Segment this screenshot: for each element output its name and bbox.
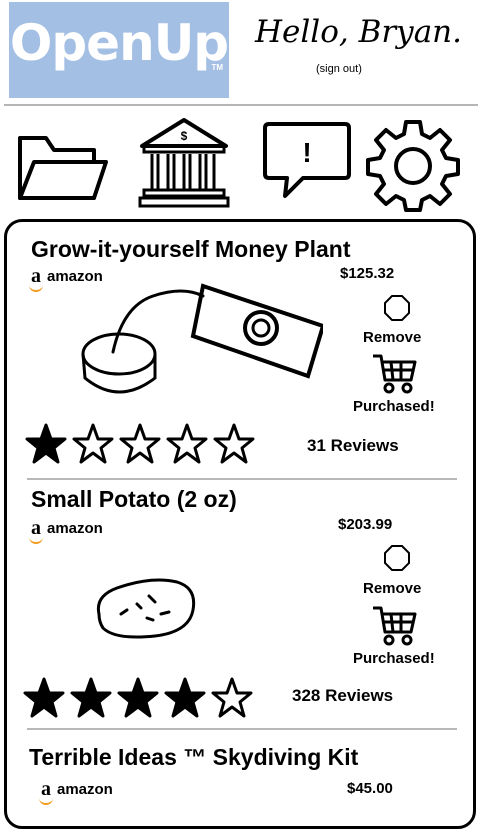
purchased-button[interactable]: Purchased! xyxy=(353,398,435,415)
gear-icon xyxy=(366,120,460,212)
settings-button[interactable] xyxy=(366,116,461,212)
sign-out-link[interactable]: (sign out) xyxy=(316,63,362,75)
remove-button[interactable]: Remove xyxy=(363,329,421,346)
svg-text:$: $ xyxy=(181,129,188,143)
star-filled-icon xyxy=(23,677,65,718)
product-title[interactable]: Terrible Ideas ™ Skydiving Kit xyxy=(29,744,358,771)
product-price: $125.32 xyxy=(340,265,395,282)
greeting: Hello, Bryan. xyxy=(255,14,462,50)
star-filled-icon xyxy=(117,677,159,718)
product-title[interactable]: Small Potato (2 oz) xyxy=(31,486,237,513)
cart-icon[interactable] xyxy=(371,604,417,646)
remove-button[interactable]: Remove xyxy=(363,580,421,597)
star-empty-icon xyxy=(211,677,253,718)
folder-icon xyxy=(18,136,108,200)
rating-stars xyxy=(23,677,253,719)
header-divider xyxy=(4,104,478,106)
cart-icon[interactable] xyxy=(371,352,417,394)
star-filled-icon xyxy=(25,423,67,464)
star-empty-icon xyxy=(119,423,161,464)
amazon-logo-icon: a xyxy=(29,265,43,292)
product-title[interactable]: Grow-it-yourself Money Plant xyxy=(31,236,350,263)
reviews-link[interactable]: 328 Reviews xyxy=(292,686,393,706)
star-filled-icon xyxy=(70,677,112,718)
bank-button[interactable]: $ xyxy=(136,116,231,212)
product-price: $203.99 xyxy=(338,516,393,533)
folder-button[interactable] xyxy=(14,116,109,212)
svg-text:!: ! xyxy=(302,137,311,168)
logo-trademark: TM xyxy=(211,63,223,72)
vendor: a amazon xyxy=(29,517,103,544)
vendor-name: amazon xyxy=(47,519,103,537)
vendor: a amazon xyxy=(39,778,113,805)
rating-stars xyxy=(25,423,255,465)
openup-logo: OpenUp TM xyxy=(9,2,229,98)
purchased-button[interactable]: Purchased! xyxy=(353,650,435,667)
product-price: $45.00 xyxy=(347,780,393,797)
bank-icon: $ xyxy=(138,118,230,208)
alert-message-icon: ! xyxy=(263,122,351,198)
star-filled-icon xyxy=(164,677,206,718)
product-divider xyxy=(27,478,457,480)
potato-image xyxy=(96,578,196,639)
logo-text: OpenUp xyxy=(9,14,229,72)
star-empty-icon xyxy=(213,423,255,464)
star-empty-icon xyxy=(72,423,114,464)
stop-sign-icon[interactable] xyxy=(383,544,411,572)
reviews-link[interactable]: 31 Reviews xyxy=(307,436,399,456)
alerts-button[interactable]: ! xyxy=(259,116,354,212)
amazon-logo-icon: a xyxy=(29,517,43,544)
product-divider xyxy=(27,728,457,730)
money-plant-image xyxy=(81,283,323,394)
product-list-panel[interactable]: Grow-it-yourself Money Plant a amazon $1… xyxy=(4,219,476,829)
vendor-name: amazon xyxy=(57,780,113,798)
amazon-logo-icon: a xyxy=(39,778,53,805)
star-empty-icon xyxy=(166,423,208,464)
stop-sign-icon[interactable] xyxy=(383,294,411,322)
